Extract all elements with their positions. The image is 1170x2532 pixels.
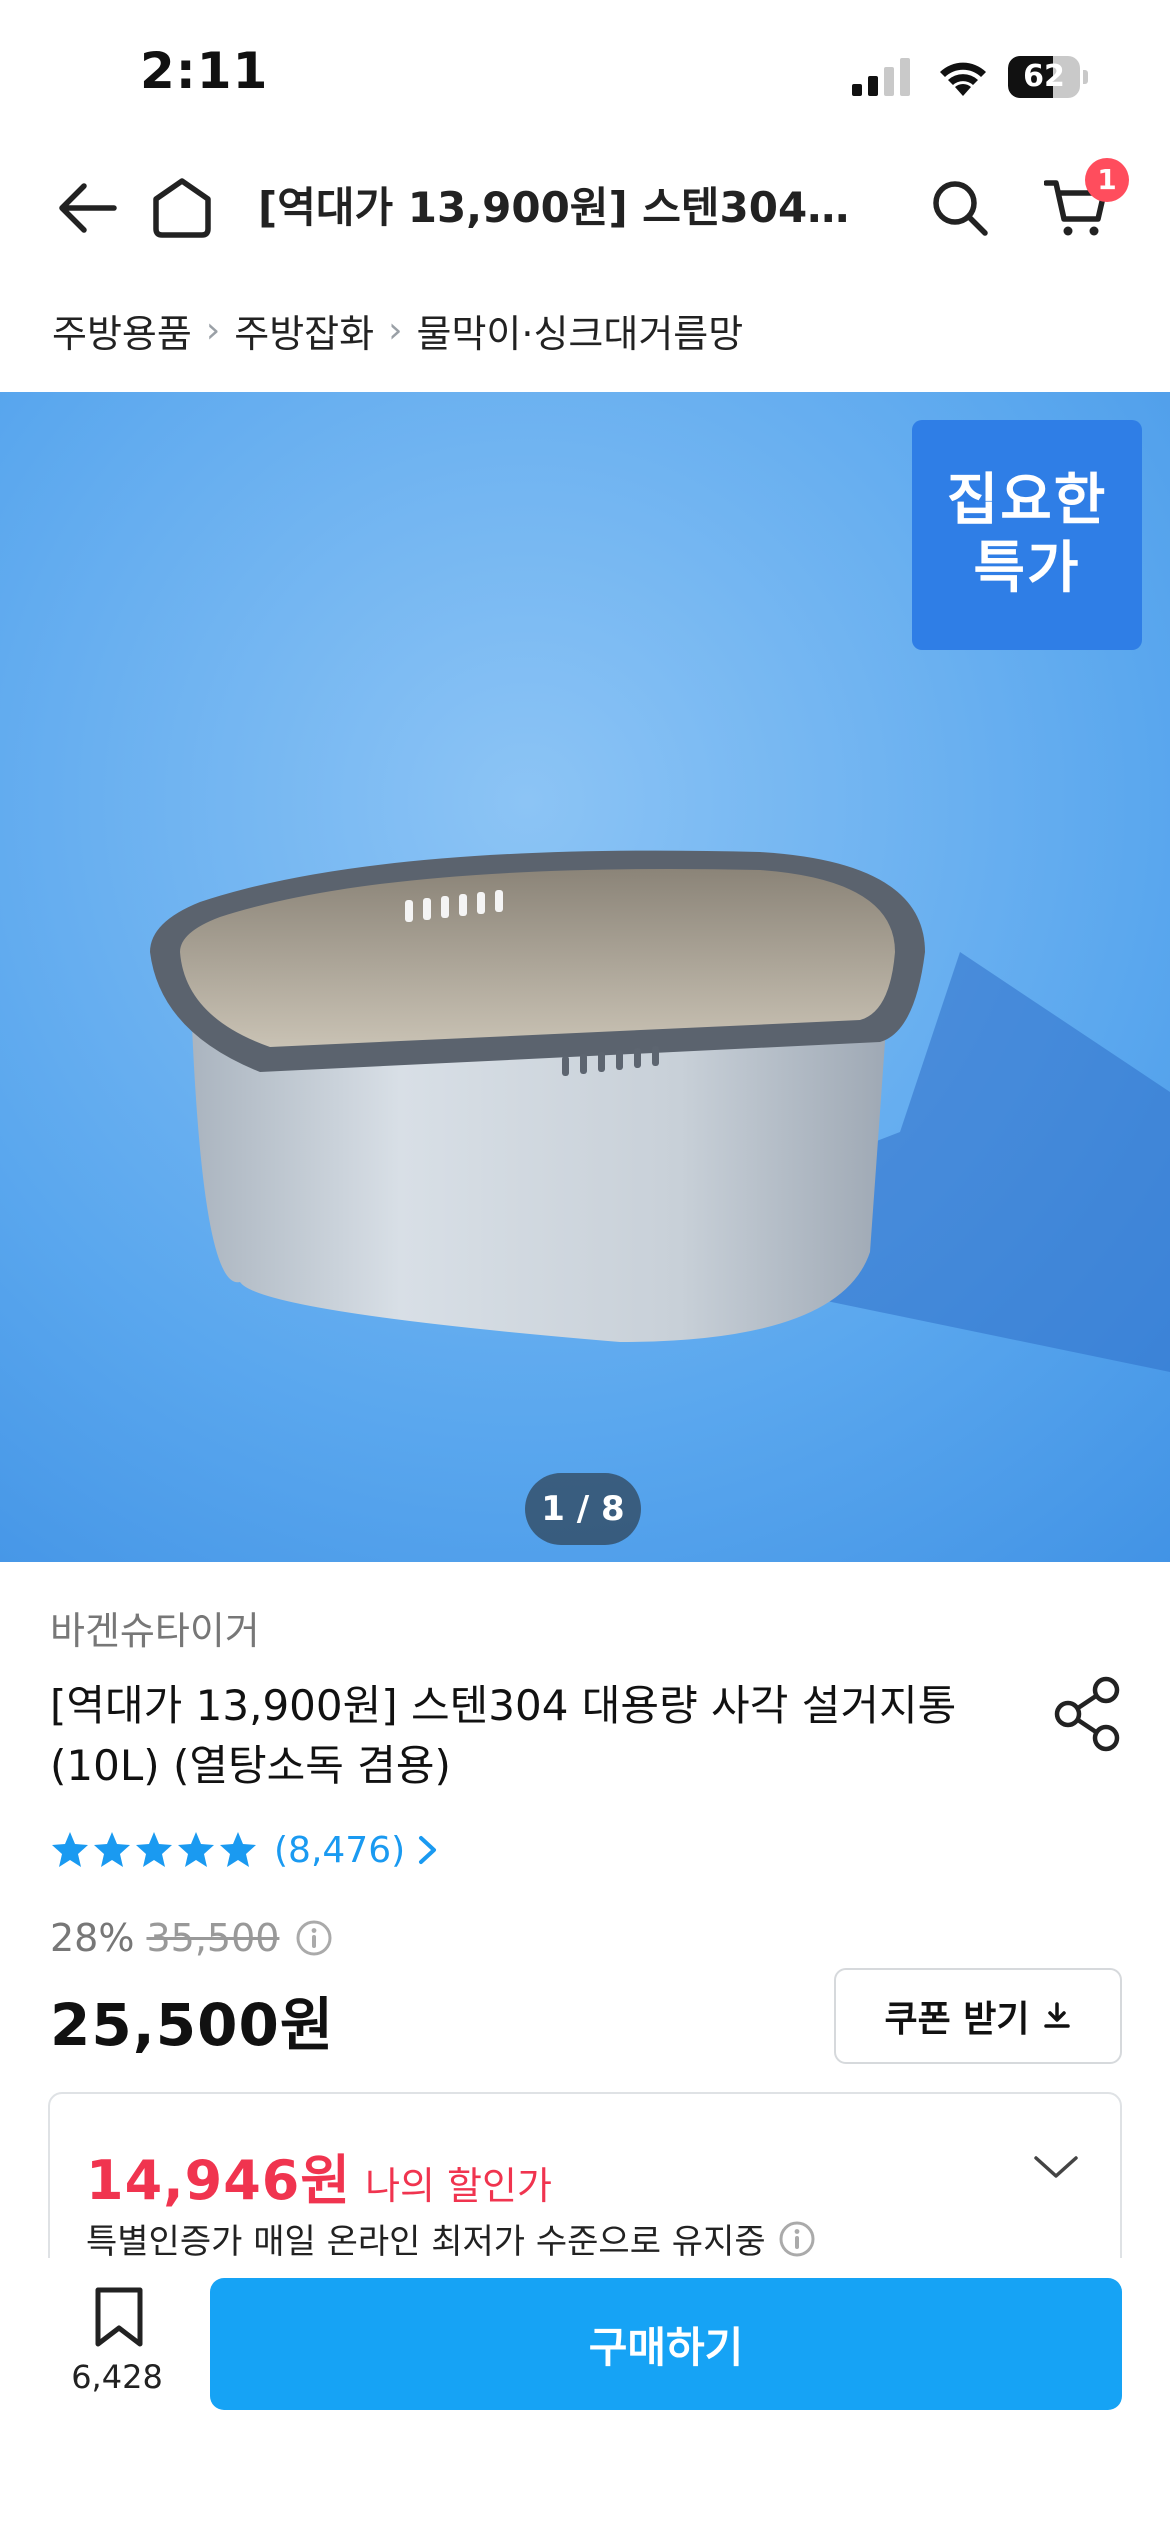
search-button[interactable]: [924, 172, 996, 244]
chevron-right-icon: [419, 1836, 437, 1864]
cart-count-badge: 1: [1085, 158, 1129, 202]
deal-badge-line1: 집요한: [946, 468, 1108, 533]
star-icon: [136, 1832, 172, 1867]
search-icon: [933, 181, 988, 236]
star-icon: [220, 1832, 256, 1867]
bookmark-icon: [95, 2287, 143, 2347]
deal-badge-line2: 특가: [973, 536, 1081, 601]
star-icon: [178, 1832, 214, 1867]
share-button[interactable]: [1050, 1676, 1126, 1752]
coupon-button[interactable]: 쿠폰 받기: [834, 1968, 1122, 2064]
back-button[interactable]: [52, 172, 124, 244]
price-guarantee-text: 특별인증가 매일 온라인 최저가 수준으로 유지중: [86, 2222, 766, 2262]
star-icon: [94, 1832, 130, 1867]
info-icon[interactable]: [778, 2220, 816, 2258]
breadcrumb: 주방용품 › 주방잡화 › 물막이·싱크대거름망: [52, 300, 743, 360]
battery-icon: 62: [1008, 56, 1088, 98]
app-header: [역대가 13,900원] 스텐304 대용량 사각 설거지통 (10L) (열…: [0, 150, 1170, 265]
buy-button[interactable]: 구매하기: [210, 2278, 1122, 2410]
breadcrumb-item[interactable]: 주방용품: [52, 303, 192, 358]
share-icon: [1054, 1676, 1120, 1752]
breadcrumb-item[interactable]: 주방잡화: [234, 303, 374, 358]
cellular-signal-icon: [852, 58, 910, 96]
home-button[interactable]: [146, 172, 218, 244]
rating-row[interactable]: (8,476): [50, 1820, 439, 1880]
wifi-icon: [940, 62, 986, 96]
bookmark-button[interactable]: 6,428: [52, 2278, 182, 2408]
header-title: [역대가 13,900원] 스텐304 대용량 사각 설거지통 (10L) (열…: [258, 183, 858, 232]
product-title: [역대가 13,900원] 스텐304 대용량 사각 설거지통 (10L) (열…: [50, 1681, 957, 1790]
download-icon: [1043, 2002, 1070, 2028]
battery-percent: 62: [1023, 59, 1065, 94]
sale-price: 25,500원: [50, 1991, 335, 2059]
bookmark-count: 6,428: [71, 2358, 163, 2396]
star-icon: [52, 1832, 88, 1867]
coupon-label: 쿠폰 받기: [884, 1999, 1030, 2040]
bottom-action-bar: 6,428 구매하기: [0, 2258, 1170, 2532]
rating-stars: [50, 1830, 260, 1870]
status-time: 2:11: [140, 42, 269, 100]
chevron-right-icon: ›: [205, 309, 221, 351]
original-price: 35,500: [146, 1916, 280, 1960]
brand-name[interactable]: 바겐슈타이거: [50, 1600, 260, 1655]
image-counter: 1 / 8: [525, 1473, 641, 1545]
deal-badge: 집요한 특가: [912, 420, 1142, 650]
price-guarantee-note: 특별인증가 매일 온라인 최저가 수준으로 유지중: [86, 2214, 816, 2263]
review-count: (8,476): [274, 1829, 406, 1871]
chevron-down-icon[interactable]: [1032, 2152, 1080, 2182]
my-discount-price: 14,946원: [86, 2149, 352, 2212]
info-icon[interactable]: [295, 1919, 333, 1957]
chevron-right-icon: ›: [388, 309, 403, 351]
home-icon: [153, 178, 211, 238]
discount-rate: 28%: [50, 1916, 135, 1960]
price-row: 28% 35,500: [50, 1910, 333, 1966]
arrow-left-icon: [59, 183, 117, 233]
breadcrumb-item[interactable]: 물막이·싱크대거름망: [417, 303, 744, 358]
status-bar: 2:11 62: [0, 0, 1170, 150]
my-discount-label: 나의 할인가: [365, 2164, 552, 2208]
